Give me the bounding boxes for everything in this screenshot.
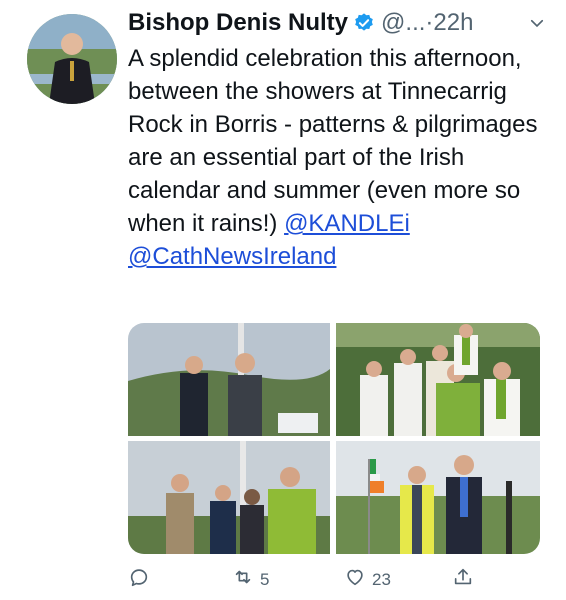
retweet-icon xyxy=(232,566,254,593)
retweet-button[interactable]: 5 xyxy=(232,566,269,593)
like-icon xyxy=(344,566,366,593)
photo-grid xyxy=(128,323,540,554)
photo-4[interactable] xyxy=(336,441,540,554)
author-name[interactable]: Bishop Denis Nulty xyxy=(128,9,348,37)
like-count: 23 xyxy=(372,569,391,589)
mention-kandlei[interactable]: @KANDLEi xyxy=(284,210,410,237)
author-avatar[interactable] xyxy=(27,14,117,104)
tweet-text: A splendid celebration this afternoon, b… xyxy=(128,42,548,273)
photo-1[interactable] xyxy=(128,323,330,436)
tweet-text-main: A splendid celebration this afternoon, b… xyxy=(128,45,538,237)
share-button[interactable] xyxy=(452,566,474,593)
mention-cathnewsireland[interactable]: @CathNewsIreland xyxy=(128,243,336,270)
reply-button[interactable] xyxy=(128,566,156,593)
tweet-timestamp[interactable]: ·22h xyxy=(425,9,473,37)
reply-icon xyxy=(128,566,150,593)
tweet-actions: 5 23 xyxy=(128,566,478,594)
chevron-down-icon[interactable] xyxy=(528,14,546,32)
retweet-count: 5 xyxy=(260,569,270,589)
tweet-header: Bishop Denis Nulty @... ·22h xyxy=(128,6,546,40)
photo-3[interactable] xyxy=(128,441,330,554)
like-button[interactable]: 23 xyxy=(344,566,391,593)
verified-badge-icon xyxy=(353,12,375,34)
author-handle[interactable]: @... xyxy=(381,9,425,37)
photo-2[interactable] xyxy=(336,323,540,436)
share-icon xyxy=(452,566,474,593)
